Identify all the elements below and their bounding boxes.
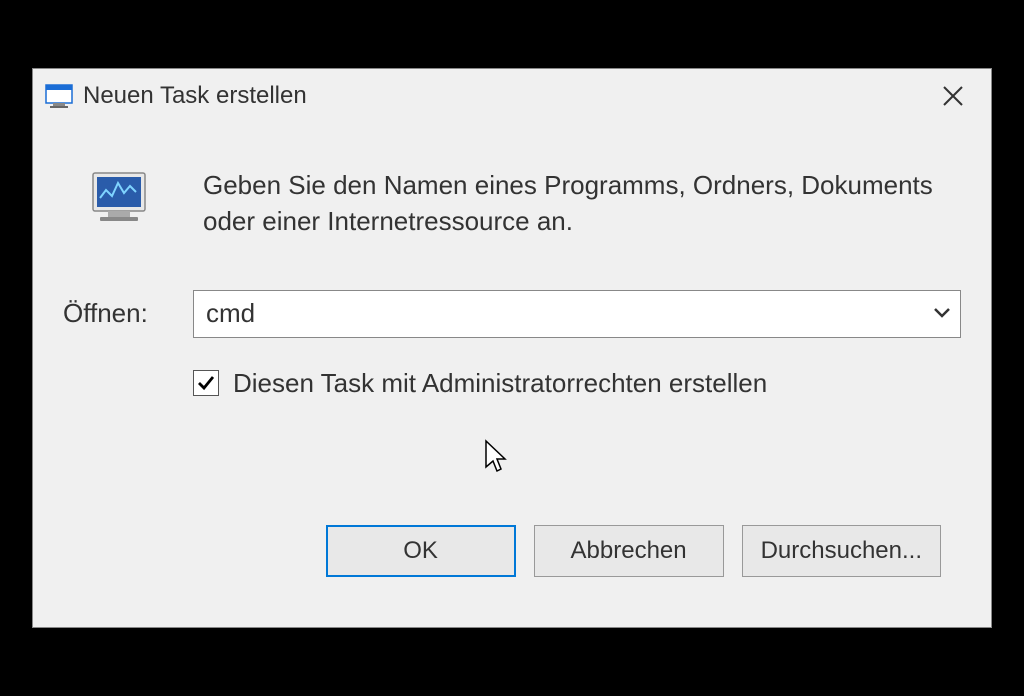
- cursor-area: [53, 449, 971, 525]
- input-row: Öffnen:: [53, 290, 971, 338]
- admin-checkbox[interactable]: [193, 370, 219, 396]
- checkmark-icon: [196, 373, 216, 393]
- dialog-title: Neuen Task erstellen: [83, 82, 923, 110]
- mouse-cursor-icon: [483, 439, 511, 480]
- button-row: OK Abbrechen Durchsuchen...: [53, 525, 971, 607]
- dialog-content: Geben Sie den Namen eines Programms, Ord…: [33, 123, 991, 627]
- app-icon: [45, 84, 73, 108]
- browse-button[interactable]: Durchsuchen...: [742, 525, 941, 577]
- close-button[interactable]: [923, 74, 983, 118]
- admin-checkbox-label[interactable]: Diesen Task mit Administratorrechten ers…: [233, 368, 767, 399]
- admin-checkbox-row: Diesen Task mit Administratorrechten ers…: [53, 368, 971, 399]
- ok-button[interactable]: OK: [326, 525, 516, 577]
- info-text: Geben Sie den Namen eines Programms, Ord…: [203, 163, 961, 240]
- open-input[interactable]: [193, 290, 961, 338]
- titlebar: Neuen Task erstellen: [33, 69, 991, 123]
- run-dialog: Neuen Task erstellen Geben Sie den Namen…: [32, 68, 992, 628]
- info-row: Geben Sie den Namen eines Programms, Ord…: [53, 163, 971, 240]
- task-manager-icon: [83, 163, 163, 233]
- open-label: Öffnen:: [63, 298, 193, 329]
- close-icon: [942, 85, 964, 107]
- open-combobox[interactable]: [193, 290, 961, 338]
- cancel-button[interactable]: Abbrechen: [534, 525, 724, 577]
